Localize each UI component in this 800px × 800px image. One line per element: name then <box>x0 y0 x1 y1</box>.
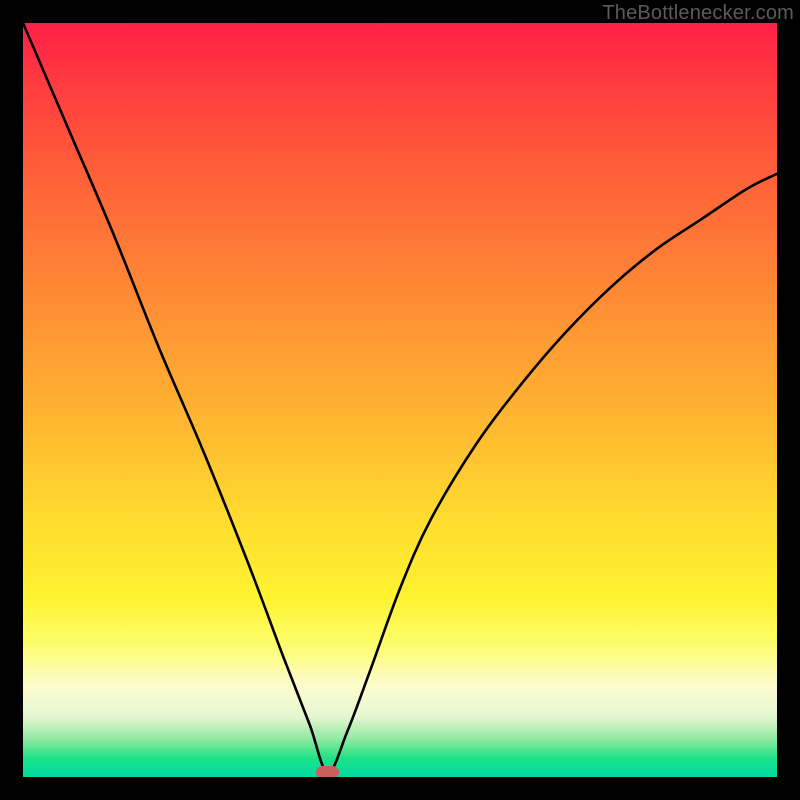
bottleneck-curve <box>23 23 777 777</box>
plot-frame <box>23 23 777 777</box>
optimal-point-marker <box>316 766 339 777</box>
watermark-text: TheBottlenecker.com <box>602 2 794 25</box>
